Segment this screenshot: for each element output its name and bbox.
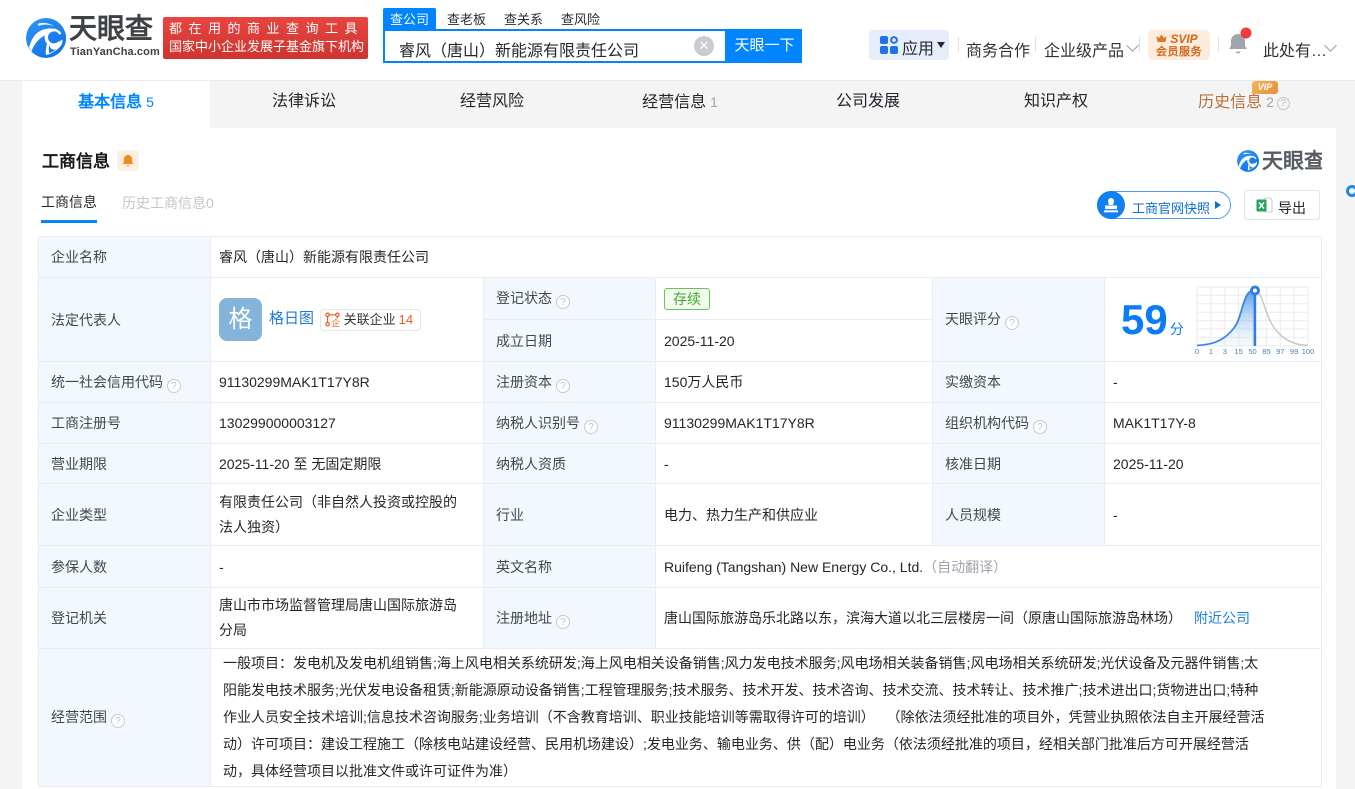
svg-text:100: 100 <box>1302 347 1315 356</box>
svg-text:天眼查: 天眼查 <box>1262 149 1322 173</box>
svg-text:99: 99 <box>1290 347 1298 356</box>
svg-text:3: 3 <box>1223 347 1227 356</box>
svg-text:97: 97 <box>1276 347 1284 356</box>
svg-text:企: 企 <box>332 317 340 327</box>
svg-text:0: 0 <box>1195 347 1199 356</box>
svg-text:1: 1 <box>1209 347 1213 356</box>
svg-text:15: 15 <box>1234 347 1242 356</box>
svg-text:85: 85 <box>1262 347 1270 356</box>
svg-text:50: 50 <box>1248 347 1256 356</box>
